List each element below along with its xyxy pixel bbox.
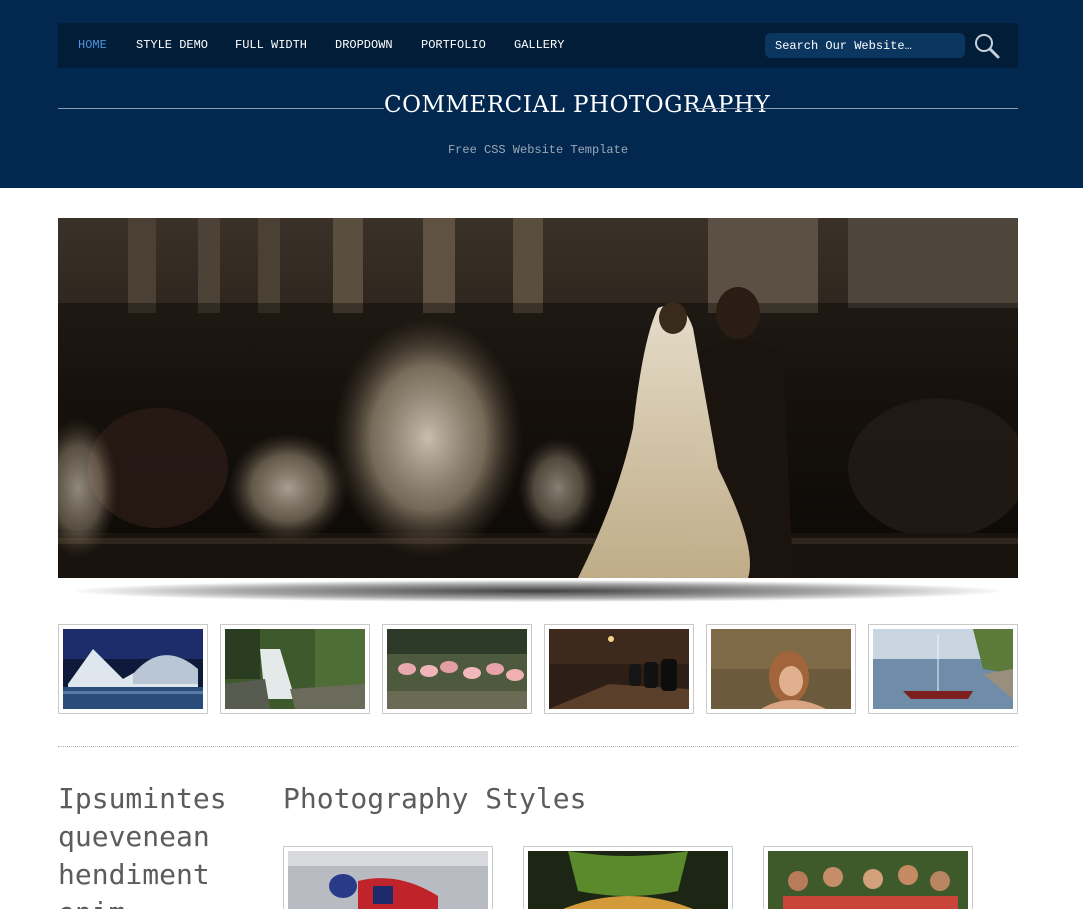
nav-full-width-link[interactable]: FULL WIDTH [235,38,307,52]
thumbnail-sailboat[interactable] [868,624,1018,714]
site-header: HOME STYLE DEMO FULL WIDTH DROPDOWN PORT… [0,0,1083,188]
boardroom-photo [549,629,689,709]
flamingos-photo [387,629,527,709]
group-portrait-photo [768,851,968,909]
main-navigation: HOME STYLE DEMO FULL WIDTH DROPDOWN PORT… [58,23,1018,68]
thumbnail-architecture[interactable] [58,624,208,714]
waterfall-photo [225,629,365,709]
hero-slideshow-image[interactable] [58,218,1018,578]
style-photo-group[interactable] [763,846,973,909]
architecture-night-photo [63,629,203,709]
search-button[interactable] [972,31,1002,61]
nav-portfolio-link[interactable]: PORTFOLIO [421,38,486,52]
site-title-row: COMMERCIAL PHOTOGRAPHY [58,92,1018,126]
search-icon [975,34,1000,59]
motorcycle-racer-photo [288,851,488,909]
search-input[interactable] [775,38,955,54]
nav-gallery-link[interactable]: GALLERY [514,38,564,52]
nav-home-link[interactable]: HOME [78,38,107,52]
sailboat-photo [873,629,1013,709]
title-rule-right [691,108,1018,109]
photography-styles-heading: Photography Styles [283,782,587,815]
section-divider [58,746,1018,747]
portrait-photo [711,629,851,709]
intro-heading: Ipsumintes quevenean hendiment enim [58,782,227,909]
nav-dropdown-link[interactable]: DROPDOWN [335,38,393,52]
title-rule-left [58,108,384,109]
thumbnail-flamingos[interactable] [382,624,532,714]
site-title: COMMERCIAL PHOTOGRAPHY [384,92,771,118]
hero-wedding-fountain-photo [58,218,1018,578]
style-photo-caterpillar[interactable] [523,846,733,909]
thumbnail-waterfall[interactable] [220,624,370,714]
nav-style-demo-link[interactable]: STYLE DEMO [136,38,208,52]
site-subtitle: Free CSS Website Template [447,143,629,157]
thumbnail-boardroom[interactable] [544,624,694,714]
search-box [765,33,965,58]
style-photo-motorcycle[interactable] [283,846,493,909]
caterpillar-photo [528,851,728,909]
hero-drop-shadow [75,580,1000,602]
thumbnail-portrait[interactable] [706,624,856,714]
